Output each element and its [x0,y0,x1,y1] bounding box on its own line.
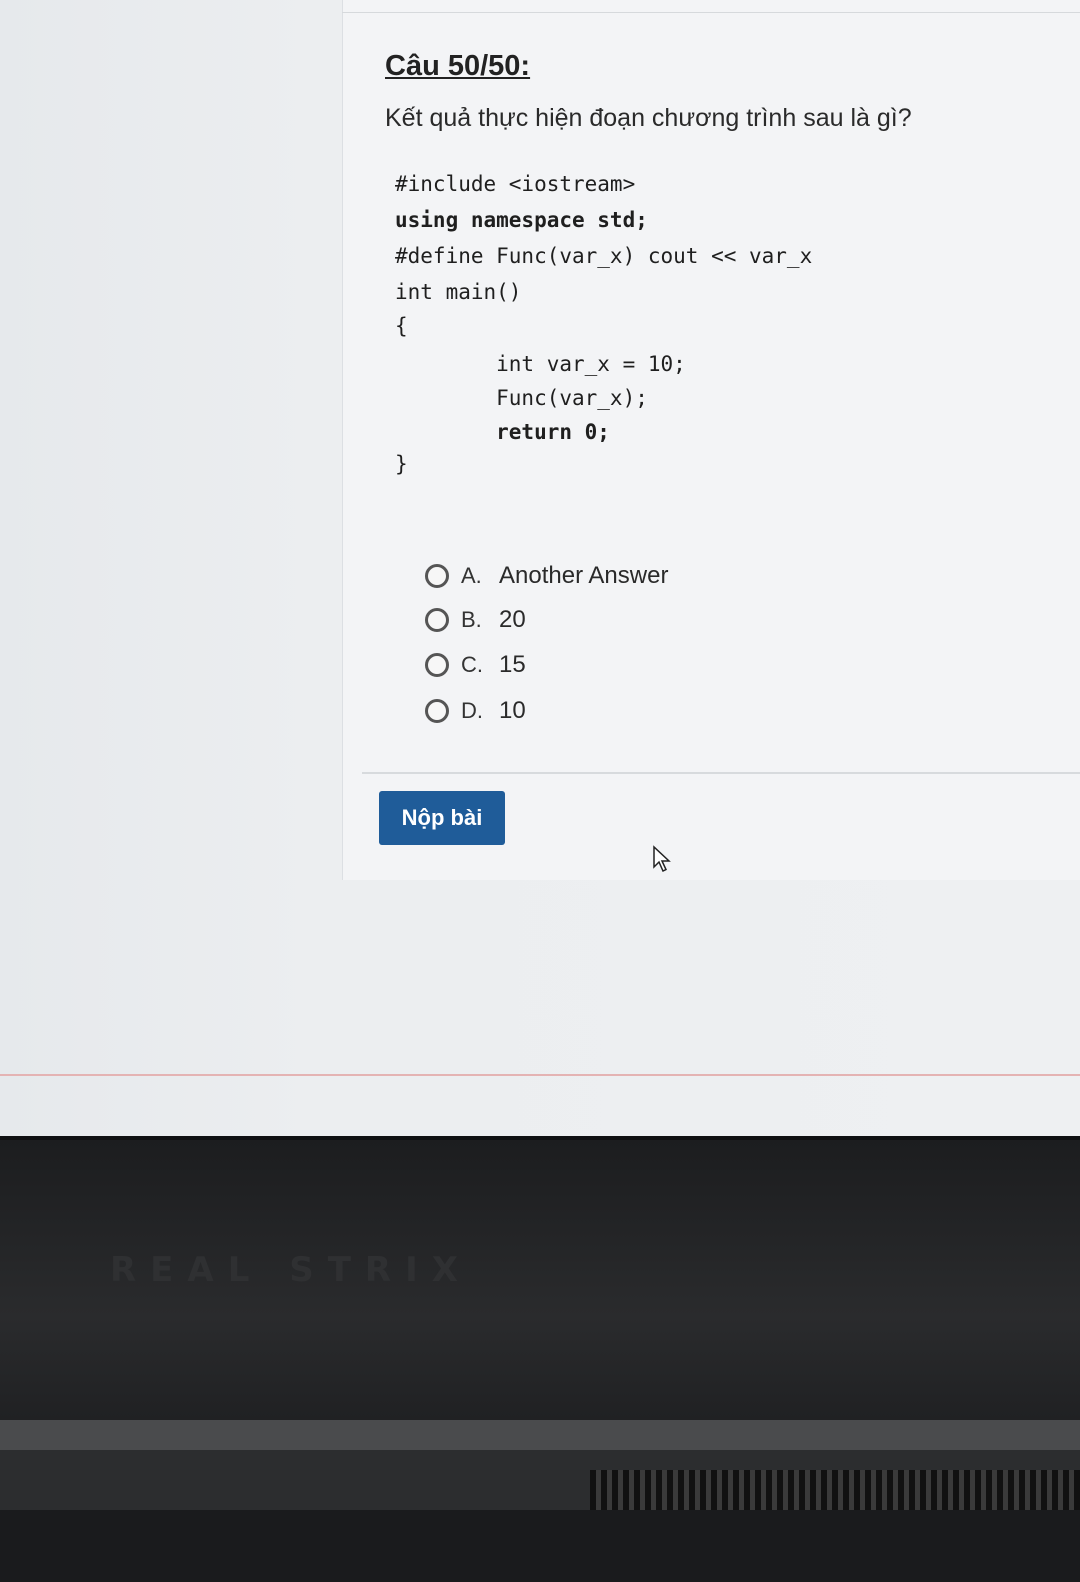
option-letter: B. [461,607,482,632]
screen-edge-line [0,1074,1080,1076]
code-line: int var_x = 10; [395,352,686,376]
option-text: 10 [499,697,526,724]
option-letter: A. [461,563,482,588]
code-line: Func(var_x); [395,386,648,410]
code-line: } [395,452,408,476]
code-line: #include <iostream> [395,172,636,196]
card-top-border [342,12,1080,13]
code-line: int main() [395,280,522,304]
question-text: Kết quả thực hiện đoạn chương trình sau … [385,104,912,132]
option-b[interactable]: B. 20 [425,600,526,640]
code-line: #define Func(var_x) cout << var_x [395,244,813,268]
option-text: 20 [499,606,526,633]
option-a[interactable]: A. Another Answer [425,556,668,596]
option-text: Another Answer [499,562,669,589]
code-line: using namespace std; [395,208,648,232]
option-text: 15 [499,651,526,678]
radio-button[interactable] [425,653,449,677]
submit-button[interactable]: Nộp bài [379,791,505,845]
laptop-base [0,1510,1080,1582]
laptop-hinge [0,1420,1080,1450]
laptop-brand-logo: REAL STRIX [110,1250,472,1290]
option-letter: C. [461,652,483,677]
mouse-pointer-icon [653,845,671,873]
question-number: Câu 50/50: [385,50,531,82]
option-letter: D. [461,698,483,723]
radio-button[interactable] [425,608,449,632]
screen: Câu 50/50: Kết quả thực hiện đoạn chương… [0,0,1080,1150]
radio-button[interactable] [425,699,449,723]
option-d[interactable]: D. 10 [425,691,526,731]
option-c[interactable]: C. 15 [425,645,526,685]
code-line: { [395,314,408,338]
radio-button[interactable] [425,564,449,588]
code-line: return 0; [395,420,610,444]
divider [362,772,1080,774]
